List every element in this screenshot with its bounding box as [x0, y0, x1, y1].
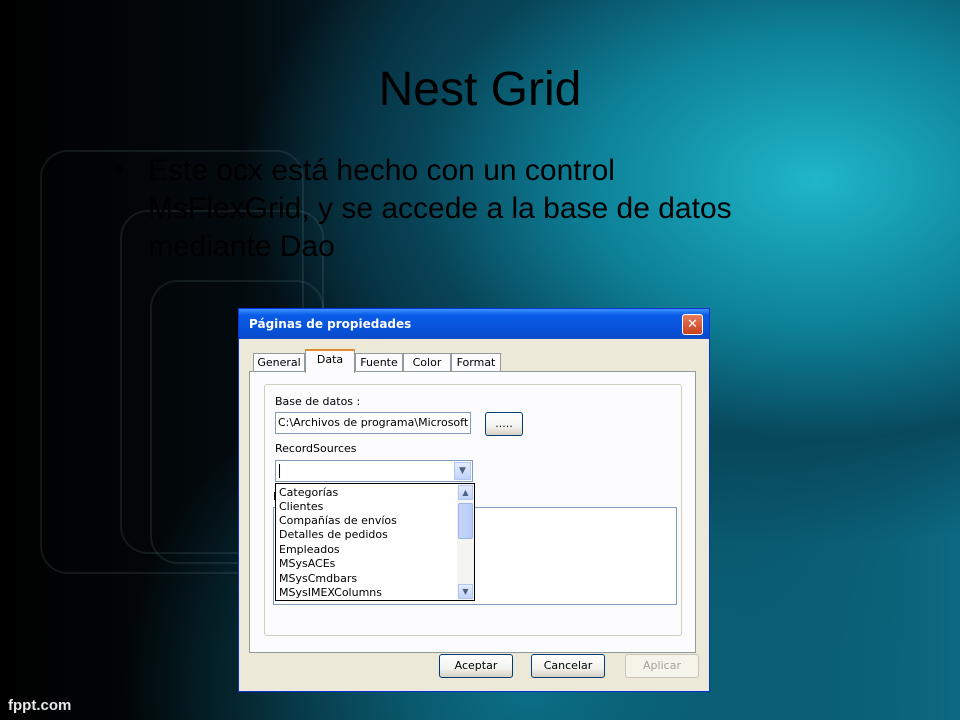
- scroll-down-icon[interactable]: ▼: [458, 584, 473, 599]
- bullet-icon: •: [114, 154, 125, 187]
- list-item[interactable]: MSysACEs: [279, 557, 335, 570]
- dialog-titlebar[interactable]: Páginas de propiedades ✕: [239, 309, 709, 339]
- list-item[interactable]: Compañías de envíos: [279, 514, 397, 527]
- properties-dialog: Páginas de propiedades ✕ General Data Fu…: [238, 308, 710, 692]
- cancel-button[interactable]: Cancelar: [531, 654, 605, 678]
- tab-format[interactable]: Format: [451, 353, 501, 372]
- dialog-title: Páginas de propiedades: [249, 317, 412, 331]
- recordsources-combo[interactable]: ▼: [275, 460, 473, 482]
- tab-fuente[interactable]: Fuente: [355, 353, 403, 372]
- text-caret: [279, 464, 280, 478]
- accept-button[interactable]: Aceptar: [439, 654, 513, 678]
- dropdown-arrow-icon[interactable]: ▼: [454, 462, 471, 480]
- list-item[interactable]: MSysIMEXColumns: [279, 586, 382, 599]
- slide-title: Nest Grid: [378, 63, 582, 116]
- dropdown-scrollbar[interactable]: ▲ ▼: [457, 484, 474, 600]
- browse-button[interactable]: .....: [485, 412, 523, 436]
- tab-general[interactable]: General: [253, 353, 305, 372]
- recordsources-dropdown-list[interactable]: Categorías Clientes Compañías de envíos …: [275, 483, 475, 601]
- close-icon: ✕: [687, 317, 698, 332]
- database-path-input[interactable]: C:\Archivos de programa\Microsoft: [275, 412, 471, 434]
- list-item[interactable]: Detalles de pedidos: [279, 528, 388, 541]
- list-item[interactable]: Categorías: [279, 486, 338, 499]
- apply-button[interactable]: Aplicar: [625, 654, 699, 678]
- scroll-up-icon[interactable]: ▲: [458, 485, 473, 500]
- footer-watermark: fppt.com: [8, 697, 72, 714]
- list-item[interactable]: Clientes: [279, 500, 323, 513]
- bullet-point: • Este ocx está hecho con un control MsF…: [108, 152, 768, 266]
- bullet-text: Este ocx está hecho con un control MsFle…: [148, 154, 732, 263]
- recordsources-label: RecordSources: [275, 442, 357, 455]
- database-label: Base de datos :: [275, 395, 361, 408]
- list-item[interactable]: MSysCmdbars: [279, 572, 357, 585]
- list-item[interactable]: Empleados: [279, 543, 340, 556]
- tab-color[interactable]: Color: [403, 353, 451, 372]
- tab-data[interactable]: Data: [305, 349, 355, 373]
- close-button[interactable]: ✕: [682, 314, 703, 335]
- scrollbar-thumb[interactable]: [458, 503, 473, 539]
